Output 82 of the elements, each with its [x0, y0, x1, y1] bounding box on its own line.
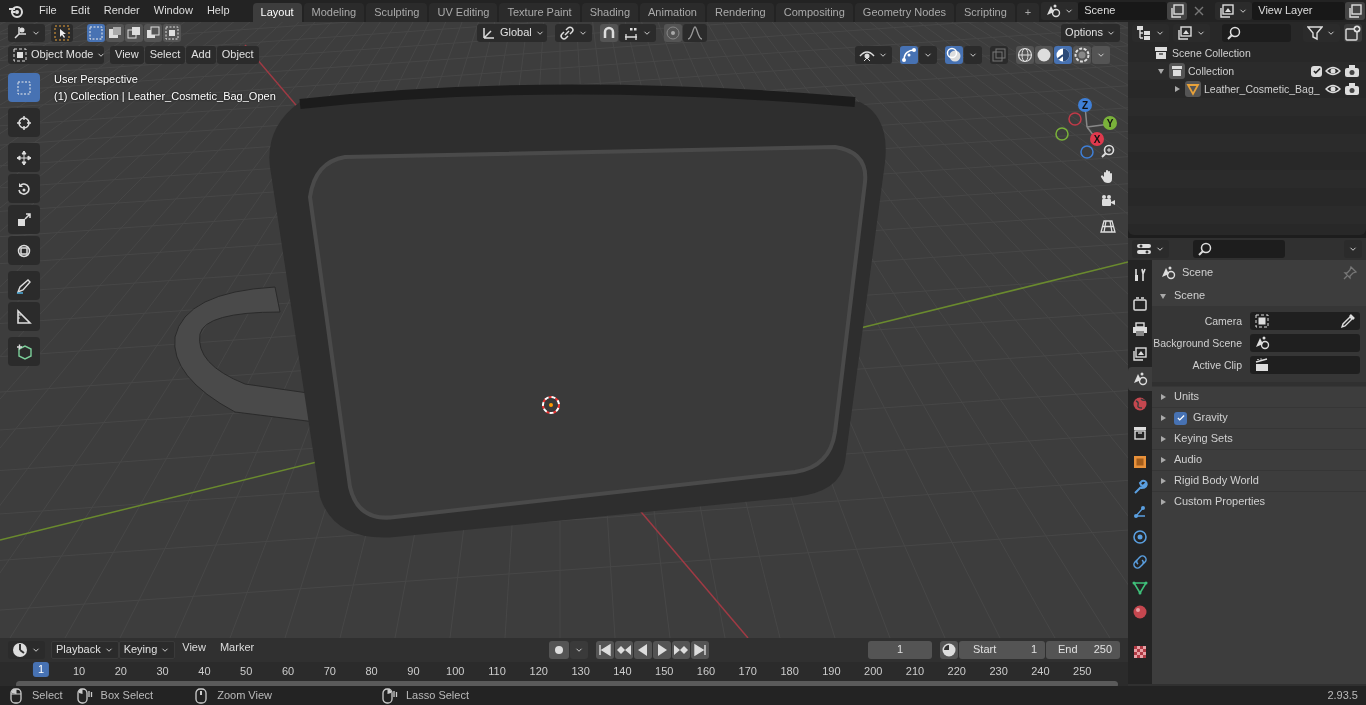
frame-number: 90 [407, 665, 420, 679]
frame-number: 60 [281, 665, 295, 679]
menu-item[interactable]: Add [186, 45, 216, 64]
axis-label: Z [1081, 100, 1089, 111]
frame-number: 200 [864, 665, 883, 679]
field-label: Camera [1203, 314, 1242, 328]
field-label: Active Clip [1191, 358, 1242, 372]
menu-dropdown[interactable]: Playback [51, 641, 119, 659]
workspace-tab[interactable]: Scripting [956, 3, 1015, 22]
menu-item[interactable]: View [175, 641, 213, 659]
frame-number: 250 [1073, 665, 1092, 679]
frame-number: 170 [738, 665, 757, 679]
axis-label: X [1093, 134, 1101, 145]
frame-number: 20 [114, 665, 127, 679]
frame-number: 190 [822, 665, 841, 679]
menu-item[interactable]: Render [96, 4, 147, 18]
workspace-tab[interactable]: Geometry Nodes [854, 3, 954, 22]
workspace-tab[interactable]: Animation [640, 3, 705, 22]
menu-dropdown[interactable]: Keying [118, 641, 176, 659]
menu-item[interactable]: Marker [212, 641, 262, 659]
status-hint: Zoom View [217, 688, 272, 703]
workspace-tab[interactable]: Texture Paint [499, 3, 580, 22]
panel-title[interactable]: Units [1174, 390, 1360, 404]
current-frame-field[interactable]: 1 [868, 641, 932, 659]
add-workspace-button[interactable]: + [1016, 3, 1040, 22]
frame-number: 150 [655, 665, 674, 679]
frame-number: 40 [198, 665, 211, 679]
menu-item[interactable]: View [110, 45, 144, 64]
status-hint: Select [32, 688, 63, 703]
frame-number: 240 [1031, 665, 1050, 679]
frame-number: 120 [529, 665, 548, 679]
menu-item[interactable]: Window [146, 4, 200, 18]
viewport-info-text: User Perspective [54, 73, 139, 87]
mode-dropdown[interactable]: Object Mode [8, 45, 104, 64]
frame-number: 180 [780, 665, 799, 679]
workspace-tab[interactable]: Compositing [775, 3, 853, 22]
view-layer-selector-field[interactable]: View Layer [1252, 2, 1346, 20]
workspace-tab[interactable]: Rendering [706, 3, 774, 22]
frame-number: 100 [446, 665, 465, 679]
outliner-item[interactable]: Scene Collection [1172, 46, 1360, 60]
frame-number: 210 [905, 665, 925, 679]
scene-selector-field[interactable]: Scene [1078, 2, 1168, 20]
panel-title[interactable]: Custom Properties [1174, 495, 1360, 509]
frame-number: 230 [989, 665, 1008, 679]
field-label: Background Scene [1152, 336, 1242, 350]
viewport-info-text: (1) Collection | Leather_Cosmetic_Bag_Open [54, 90, 276, 104]
outliner-item[interactable]: Leather_Cosmetic_Bag_ [1204, 82, 1322, 96]
workspace-tab[interactable]: Modeling [303, 3, 365, 22]
start-frame-field[interactable]: Start 1 [959, 641, 1045, 659]
options-dropdown[interactable]: Options [1061, 24, 1120, 42]
frame-number: 160 [696, 665, 716, 679]
panel-title[interactable]: Keying Sets [1174, 432, 1360, 446]
playhead-frame[interactable]: 1 [32, 662, 50, 678]
panel-title[interactable]: Gravity [1193, 411, 1360, 425]
frame-number: 10 [72, 665, 86, 679]
workspace-tab[interactable]: Layout [252, 3, 302, 22]
workspace-tab[interactable]: Shading [581, 3, 639, 22]
frame-number: 70 [323, 665, 336, 679]
outliner-item[interactable]: Collection [1188, 64, 1308, 78]
frame-number: 80 [365, 665, 378, 679]
axis-label: Y [1106, 118, 1114, 129]
frame-number: 30 [156, 665, 169, 679]
frame-number: 140 [613, 665, 632, 679]
menu-item[interactable]: Edit [63, 4, 97, 18]
version-text: 2.93.5 [1327, 688, 1358, 703]
status-hint: Lasso Select [406, 688, 469, 703]
menu-item[interactable]: Select [144, 45, 186, 64]
status-hint: Box Select [100, 688, 154, 703]
frame-number: 50 [240, 665, 253, 679]
panel-title[interactable]: Rigid Body World [1174, 474, 1360, 488]
frame-number: 110 [488, 665, 506, 679]
workspace-tab[interactable]: UV Editing [429, 3, 498, 22]
menu-item[interactable]: Object [216, 45, 259, 64]
workspace-tab[interactable]: Sculpting [366, 3, 428, 22]
end-frame-field[interactable]: End 250 [1046, 641, 1120, 659]
frame-number: 130 [571, 665, 590, 679]
orientation-dropdown[interactable]: Global [477, 24, 547, 42]
panel-title[interactable]: Audio [1174, 453, 1360, 467]
context-path: Scene [1182, 265, 1215, 280]
frame-number: 220 [947, 665, 966, 679]
menu-item[interactable]: File [32, 4, 64, 18]
menu-item[interactable]: Help [199, 4, 237, 18]
